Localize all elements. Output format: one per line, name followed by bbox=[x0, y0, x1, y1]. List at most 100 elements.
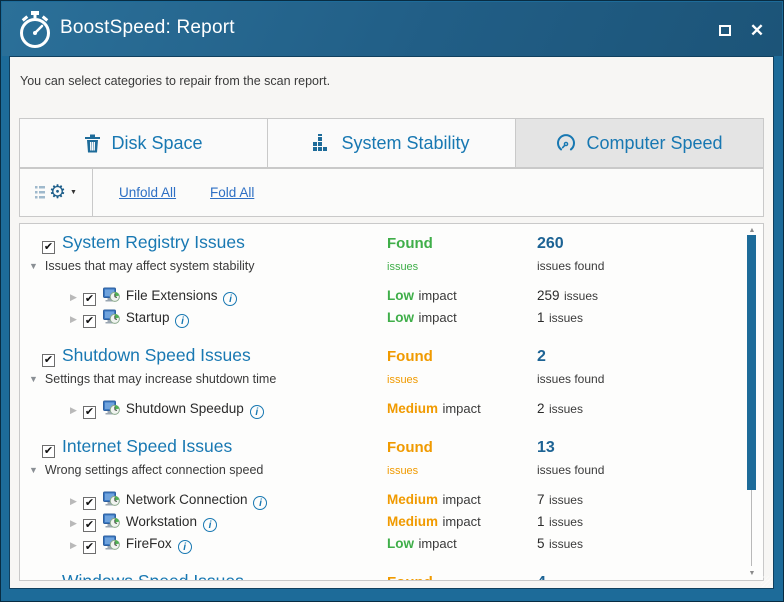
info-icon[interactable]: i bbox=[223, 292, 238, 306]
issue-checkbox[interactable]: ✔ bbox=[82, 406, 96, 419]
chevron-down-icon: ▼ bbox=[70, 189, 77, 196]
issue-label[interactable]: Shutdown Speedup bbox=[126, 401, 244, 416]
impact-level: Medium bbox=[387, 401, 439, 416]
list-lines-icon bbox=[35, 185, 45, 198]
issue-label[interactable]: Network Connection bbox=[126, 492, 248, 507]
issue-row: ▶ ✔ Workstation i Medium impact 1 issues bbox=[27, 513, 741, 535]
tab-system-stability[interactable]: System Stability bbox=[267, 118, 516, 168]
issue-checkbox[interactable]: ✔ bbox=[82, 293, 96, 306]
triangle-down-icon[interactable]: ▼ bbox=[29, 465, 38, 475]
group-checkbox[interactable]: ✔ bbox=[42, 241, 55, 254]
group-status: Found bbox=[387, 439, 433, 456]
group-issue-count: 13 bbox=[537, 439, 555, 456]
issue-label[interactable]: File Extensions bbox=[126, 288, 218, 303]
issue-label[interactable]: Startup bbox=[126, 310, 170, 325]
issue-count: 7 bbox=[537, 492, 545, 507]
group-children: ▶ ✔ File Extensions i Low impact 259 issues ▶ ✔… bbox=[27, 287, 741, 331]
tab-disk-space[interactable]: Disk Space bbox=[19, 118, 268, 168]
issue-count-unit: issues bbox=[548, 515, 583, 529]
tab-label: Disk Space bbox=[111, 132, 203, 153]
group-status: Found bbox=[387, 348, 433, 365]
app-window: BoostSpeed: Report ✕ You can select cate… bbox=[0, 0, 784, 602]
tab-computer-speed[interactable]: Computer Speed bbox=[515, 118, 764, 168]
issue-row: ▶ ✔ Shutdown Speedup i Medium impact 2 issues bbox=[27, 400, 741, 422]
report-panel: You can select categories to repair from… bbox=[9, 56, 774, 589]
issue-group: ✔ Shutdown Speed Issues Found 2 ▼ Settings th… bbox=[27, 345, 741, 422]
issue-count-unit: issues bbox=[548, 537, 583, 551]
group-subtitle: Settings that may increase shutdown time bbox=[44, 372, 277, 386]
info-icon[interactable]: i bbox=[253, 496, 268, 510]
info-icon[interactable]: i bbox=[202, 518, 217, 532]
group-status-sub: issues bbox=[387, 465, 419, 477]
group-title[interactable]: System Registry Issues bbox=[62, 232, 245, 252]
triangle-right-icon[interactable]: ▶ bbox=[70, 314, 77, 324]
issues-list: ✔ System Registry Issues Found 260 ▼ Issues t… bbox=[20, 224, 741, 580]
scan-report-list: ✔ System Registry Issues Found 260 ▼ Issues t… bbox=[19, 223, 764, 581]
tab-label: System Stability bbox=[341, 132, 470, 153]
issue-label[interactable]: FireFox bbox=[126, 536, 172, 551]
group-checkbox[interactable]: ✔ bbox=[42, 580, 55, 581]
vertical-scrollbar[interactable]: ▲ ▼ bbox=[741, 224, 763, 580]
tab-label: Computer Speed bbox=[586, 132, 723, 153]
group-header-row: ✔ Windows Speed Issues Found 4 bbox=[27, 571, 741, 581]
group-subtitle-row: ▼ Wrong settings affect connection speed i… bbox=[27, 461, 741, 482]
issue-group: ✔ System Registry Issues Found 260 ▼ Issues t… bbox=[27, 232, 741, 331]
group-subtitle: Issues that may affect system stability bbox=[44, 259, 255, 273]
issue-checkbox[interactable]: ✔ bbox=[82, 315, 96, 328]
tab-bar: Disk Space System Stability Computer Spe… bbox=[19, 118, 764, 168]
impact-level: Low bbox=[387, 288, 414, 303]
issue-row: ▶ ✔ Network Connection i Medium impact 7 issu… bbox=[27, 491, 741, 513]
close-icon: ✕ bbox=[749, 20, 765, 40]
group-title[interactable]: Shutdown Speed Issues bbox=[62, 345, 251, 365]
group-subtitle-row: ▼ Issues that may affect system stability… bbox=[27, 257, 741, 278]
triangle-right-icon[interactable]: ▶ bbox=[70, 405, 77, 415]
info-icon[interactable]: i bbox=[175, 314, 190, 328]
issue-count: 5 bbox=[537, 536, 545, 551]
resize-grip[interactable] bbox=[761, 576, 772, 587]
triangle-right-icon[interactable]: ▶ bbox=[70, 292, 77, 302]
title-bar: BoostSpeed: Report ✕ bbox=[2, 2, 782, 56]
impact-label: impact bbox=[442, 401, 481, 416]
speedometer-icon bbox=[557, 134, 576, 151]
triangle-right-icon[interactable]: ▶ bbox=[70, 540, 77, 550]
group-title[interactable]: Internet Speed Issues bbox=[62, 436, 232, 456]
issue-count-unit: issues bbox=[548, 311, 583, 325]
scroll-up-arrow-icon[interactable]: ▲ bbox=[745, 227, 759, 234]
close-button[interactable]: ✕ bbox=[746, 20, 768, 40]
impact-label: impact bbox=[418, 310, 457, 325]
fold-all-link[interactable]: Fold All bbox=[210, 185, 254, 200]
info-icon[interactable]: i bbox=[249, 405, 264, 419]
triangle-right-icon[interactable]: ▶ bbox=[70, 496, 77, 506]
issue-checkbox[interactable]: ✔ bbox=[82, 497, 96, 510]
monitor-clock-icon bbox=[102, 513, 120, 528]
info-icon[interactable]: i bbox=[177, 540, 192, 554]
triangle-down-icon[interactable]: ▼ bbox=[29, 374, 38, 384]
group-checkbox[interactable]: ✔ bbox=[42, 354, 55, 367]
window-title: BoostSpeed: Report bbox=[60, 17, 235, 38]
maximize-button[interactable] bbox=[714, 20, 736, 40]
unfold-all-link[interactable]: Unfold All bbox=[119, 185, 176, 200]
group-subtitle-row: ▼ Settings that may increase shutdown tim… bbox=[27, 370, 741, 391]
monitor-clock-icon bbox=[102, 309, 120, 324]
triangle-right-icon[interactable]: ▶ bbox=[70, 518, 77, 528]
intro-text: You can select categories to repair from… bbox=[20, 74, 331, 88]
gear-icon: ⚙ bbox=[49, 182, 67, 203]
settings-menu-button[interactable]: ⚙ ▼ bbox=[20, 169, 93, 216]
triangle-down-icon[interactable]: ▼ bbox=[29, 261, 38, 271]
group-header-row: ✔ Shutdown Speed Issues Found 2 bbox=[27, 345, 741, 370]
group-title[interactable]: Windows Speed Issues bbox=[62, 571, 244, 580]
issue-label[interactable]: Workstation bbox=[126, 514, 197, 529]
group-issue-count: 4 bbox=[537, 574, 546, 580]
issue-count: 259 bbox=[537, 288, 560, 303]
issue-checkbox[interactable]: ✔ bbox=[82, 541, 96, 554]
monitor-clock-icon bbox=[102, 535, 120, 550]
scrollbar-thumb[interactable] bbox=[747, 235, 756, 490]
group-status-sub: issues bbox=[387, 374, 419, 386]
scroll-down-arrow-icon[interactable]: ▼ bbox=[745, 570, 759, 577]
group-checkbox[interactable]: ✔ bbox=[42, 445, 55, 458]
impact-label: impact bbox=[442, 492, 481, 507]
issue-row: ▶ ✔ File Extensions i Low impact 259 issues bbox=[27, 287, 741, 309]
group-issue-count: 2 bbox=[537, 348, 546, 365]
issue-checkbox[interactable]: ✔ bbox=[82, 519, 96, 532]
impact-label: impact bbox=[418, 536, 457, 551]
